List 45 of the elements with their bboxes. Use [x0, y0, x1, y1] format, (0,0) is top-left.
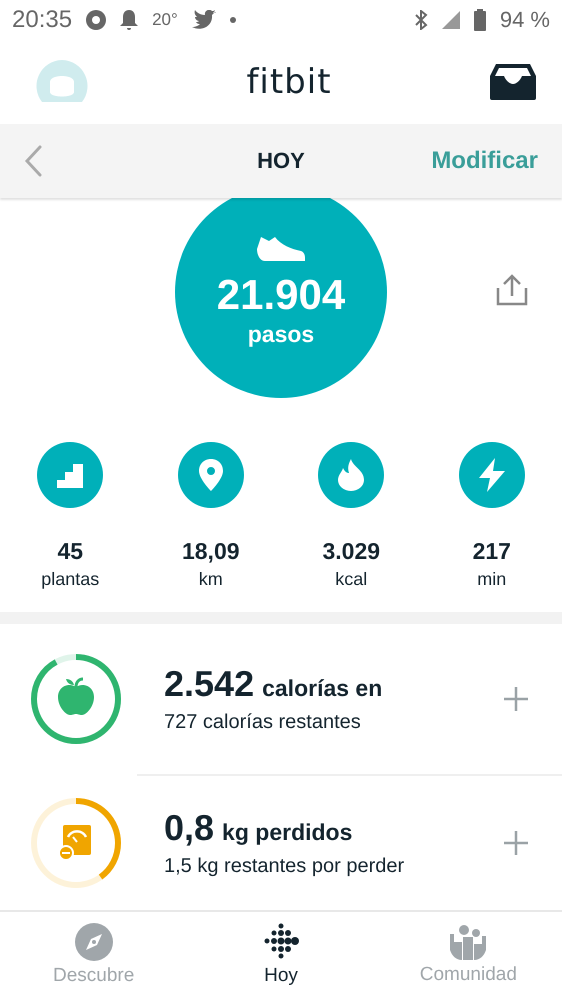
- bluetooth-icon: [414, 10, 428, 30]
- back-icon[interactable]: [24, 145, 42, 178]
- stat-label: plantas: [41, 568, 100, 590]
- compass-icon: [74, 923, 113, 962]
- date-title: HOY: [257, 148, 305, 174]
- fitbit-logo: fitbit: [246, 62, 332, 102]
- nav-tab[interactable]: Descubre: [0, 912, 188, 999]
- share-icon[interactable]: [496, 274, 528, 306]
- bird-icon: [192, 10, 216, 30]
- steps-value: 21.904: [216, 271, 346, 320]
- nav-tab[interactable]: Hoy: [187, 912, 375, 999]
- goal-detail: 1,5 kg restantes por perder: [164, 855, 406, 878]
- nav-tab[interactable]: Comunidad: [374, 912, 562, 999]
- signal-icon: [442, 10, 460, 29]
- stat-value: 45: [57, 538, 84, 565]
- temperature-text: 20°: [152, 10, 178, 30]
- plus-icon: [504, 830, 528, 855]
- fitbit-dots-icon: [262, 923, 300, 962]
- stat-label: km: [198, 568, 223, 590]
- modify-link[interactable]: Modificar: [431, 147, 538, 176]
- goal-value: 0,8: [164, 807, 214, 850]
- clock-time: 20:35: [12, 6, 72, 34]
- battery-percentage: 94 %: [500, 6, 550, 33]
- bell-icon: [120, 10, 138, 30]
- steps-unit: pasos: [248, 321, 314, 348]
- plus-icon: [504, 686, 528, 711]
- goal-unit: calorías en: [262, 675, 382, 702]
- goal-unit: kg perdidos: [222, 819, 352, 846]
- goal-detail: 727 calorías restantes: [164, 711, 362, 734]
- inbox-icon[interactable]: [490, 64, 536, 100]
- battery-icon: [474, 8, 486, 31]
- steps-circle[interactable]: 21.904 pasos: [175, 198, 387, 398]
- scale-icon: [58, 824, 91, 861]
- lightning-icon: [476, 458, 507, 492]
- stat-value: 3.029: [322, 538, 380, 565]
- location-pin-icon: [198, 458, 223, 491]
- dot-icon: [230, 16, 236, 23]
- stat-value: 18,09: [182, 538, 240, 565]
- community-icon: [448, 924, 488, 960]
- stat-value: 217: [472, 538, 511, 565]
- flame-icon: [338, 458, 364, 491]
- stat-label: min: [477, 568, 506, 590]
- goal-value: 2.542: [164, 663, 254, 706]
- apple-icon: [58, 677, 94, 715]
- stat-label: kcal: [335, 568, 368, 590]
